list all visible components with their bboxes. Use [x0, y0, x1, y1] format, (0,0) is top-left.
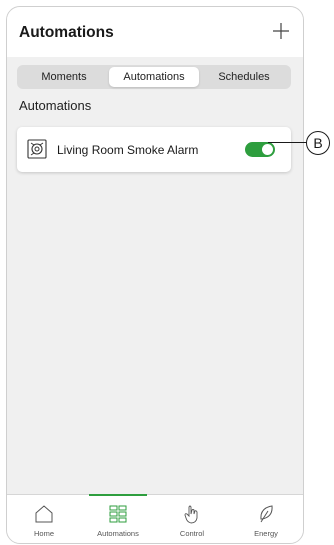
- automation-toggle[interactable]: [245, 142, 275, 157]
- home-icon: [35, 505, 53, 523]
- hand-icon: [184, 505, 198, 524]
- tab-automations-label: Automations: [97, 529, 139, 538]
- tab-home[interactable]: Home: [7, 495, 81, 543]
- phone-screen: Automations Moments Automations Schedule…: [6, 6, 304, 544]
- tab-automations[interactable]: Automations: [81, 494, 155, 543]
- plus-icon: [273, 23, 289, 39]
- automation-name: Living Room Smoke Alarm: [57, 143, 199, 157]
- tab-control-label: Control: [179, 529, 205, 538]
- toggle-knob: [262, 144, 273, 155]
- add-automation-button[interactable]: [271, 21, 291, 41]
- tab-home-label: Home: [33, 529, 54, 538]
- leaf-icon: [260, 505, 273, 523]
- segment-moments[interactable]: Moments: [19, 67, 109, 87]
- smoke-alarm-icon: [27, 139, 47, 159]
- section-title: Automations: [19, 98, 92, 113]
- segment-schedules[interactable]: Schedules: [199, 67, 289, 87]
- tab-energy[interactable]: Energy: [229, 495, 303, 543]
- app-header: Automations: [7, 7, 303, 57]
- automation-card[interactable]: Living Room Smoke Alarm: [17, 127, 291, 172]
- callout-line: [268, 142, 308, 143]
- segmented-control: Moments Automations Schedules: [17, 65, 291, 89]
- tab-energy-label: Energy: [254, 529, 278, 538]
- callout-badge: B: [306, 131, 330, 155]
- segment-automations[interactable]: Automations: [109, 67, 199, 87]
- grid-icon: [109, 505, 127, 523]
- bottom-tab-bar: Home Automations Control Energy: [7, 494, 303, 543]
- page-title: Automations: [19, 24, 114, 41]
- tab-control[interactable]: Control: [155, 495, 229, 543]
